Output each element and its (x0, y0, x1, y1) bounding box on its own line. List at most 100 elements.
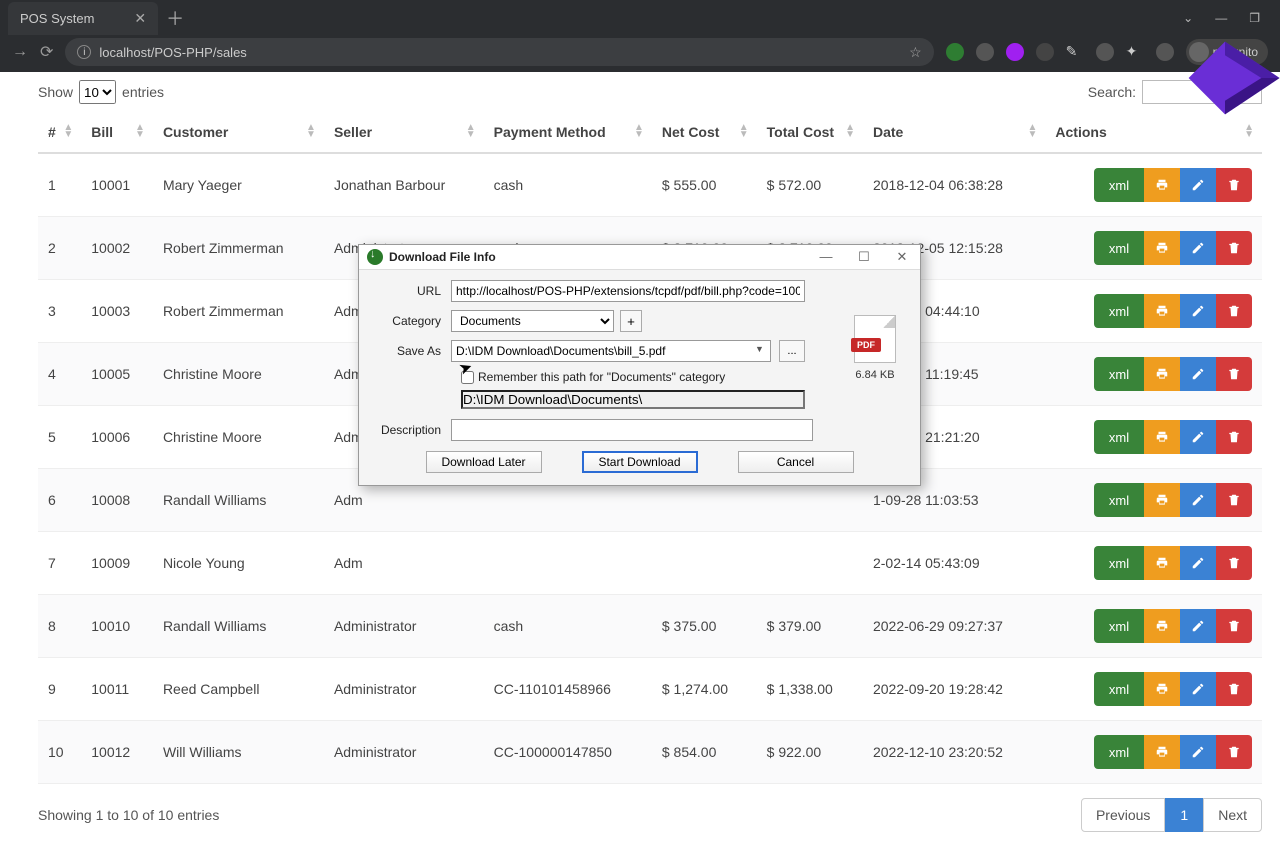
saveas-input[interactable] (451, 340, 771, 362)
start-download-button[interactable]: Start Download (582, 451, 698, 473)
xml-button[interactable]: xml (1094, 168, 1144, 202)
delete-button[interactable] (1216, 483, 1252, 517)
cell-actions: xml (1045, 406, 1262, 469)
page-next[interactable]: Next (1203, 798, 1262, 832)
window-maximize-icon[interactable]: ❐ (1249, 11, 1260, 25)
new-tab-button[interactable]: ＋ (166, 5, 184, 31)
edit-button[interactable] (1180, 168, 1216, 202)
col-date[interactable]: Date▲▼ (863, 112, 1045, 153)
dialog-minimize-icon[interactable]: — (816, 249, 836, 265)
edit-button[interactable] (1180, 546, 1216, 580)
delete-button[interactable] (1216, 420, 1252, 454)
edit-button[interactable] (1180, 420, 1216, 454)
dialog-maximize-icon[interactable]: ☐ (854, 249, 874, 265)
cell-bill: 10003 (81, 280, 153, 343)
nav-back-icon[interactable]: → (12, 43, 28, 61)
delete-button[interactable] (1216, 168, 1252, 202)
edit-button[interactable] (1180, 609, 1216, 643)
print-button[interactable] (1144, 546, 1180, 580)
print-button[interactable] (1144, 483, 1180, 517)
xml-button[interactable]: xml (1094, 609, 1144, 643)
print-button[interactable] (1144, 357, 1180, 391)
description-input[interactable] (451, 419, 813, 441)
col-bill[interactable]: Bill▲▼ (81, 112, 153, 153)
address-bar[interactable]: i localhost/POS-PHP/sales ☆ (65, 38, 933, 66)
browser-tab[interactable]: POS System ✕ (8, 2, 158, 35)
xml-button[interactable]: xml (1094, 231, 1144, 265)
cell-seller: Administrator (324, 721, 484, 784)
col-net[interactable]: Net Cost▲▼ (652, 112, 757, 153)
bookmark-star-icon[interactable]: ☆ (909, 44, 922, 61)
cell-n: 3 (38, 280, 81, 343)
dialog-close-icon[interactable]: ✕ (892, 249, 912, 265)
col-customer[interactable]: Customer▲▼ (153, 112, 324, 153)
page-size-select[interactable]: 10 (79, 80, 116, 104)
edit-button[interactable] (1180, 294, 1216, 328)
cell-payment: cash (484, 153, 652, 217)
browser-chrome: POS System ✕ ＋ ⌄ — ❐ → ⟳ i localhost/POS… (0, 0, 1280, 72)
browse-button[interactable]: ... (779, 340, 805, 362)
delete-button[interactable] (1216, 735, 1252, 769)
xml-button[interactable]: xml (1094, 294, 1144, 328)
print-button[interactable] (1144, 168, 1180, 202)
remember-path-checkbox[interactable] (461, 371, 474, 384)
ext-icon-4[interactable] (1036, 43, 1054, 61)
delete-button[interactable] (1216, 294, 1252, 328)
delete-button[interactable] (1216, 231, 1252, 265)
window-chevron-icon[interactable]: ⌄ (1183, 11, 1193, 25)
description-label: Description (375, 423, 451, 437)
incognito-badge[interactable]: ncognito (1186, 39, 1268, 65)
page-1[interactable]: 1 (1165, 798, 1203, 832)
ext-pen-icon[interactable]: ✎ (1066, 43, 1084, 61)
ext-puzzle-icon[interactable]: ✦ (1126, 43, 1144, 61)
xml-button[interactable]: xml (1094, 420, 1144, 454)
ext-icon-6[interactable] (1156, 43, 1174, 61)
ext-icon-2[interactable] (976, 43, 994, 61)
url-input[interactable] (451, 280, 805, 302)
tab-close-icon[interactable]: ✕ (134, 10, 146, 27)
search-input[interactable] (1142, 80, 1262, 104)
edit-button[interactable] (1180, 672, 1216, 706)
cell-actions: xml (1045, 721, 1262, 784)
print-button[interactable] (1144, 735, 1180, 769)
print-button[interactable] (1144, 672, 1180, 706)
col-payment[interactable]: Payment Method▲▼ (484, 112, 652, 153)
cell-n: 9 (38, 658, 81, 721)
edit-button[interactable] (1180, 231, 1216, 265)
table-row: 110001Mary YaegerJonathan Barbourcash$ 5… (38, 153, 1262, 217)
print-button[interactable] (1144, 420, 1180, 454)
edit-button[interactable] (1180, 357, 1216, 391)
ext-icon-1[interactable] (946, 43, 964, 61)
col-num[interactable]: #▲▼ (38, 112, 81, 153)
delete-button[interactable] (1216, 609, 1252, 643)
cell-customer: Nicole Young (153, 532, 324, 595)
xml-button[interactable]: xml (1094, 546, 1144, 580)
ext-icon-3[interactable] (1006, 43, 1024, 61)
delete-button[interactable] (1216, 357, 1252, 391)
incognito-label: ncognito (1213, 45, 1258, 59)
page-prev[interactable]: Previous (1081, 798, 1165, 832)
xml-button[interactable]: xml (1094, 357, 1144, 391)
dialog-title: Download File Info (389, 250, 496, 264)
col-seller[interactable]: Seller▲▼ (324, 112, 484, 153)
nav-reload-icon[interactable]: ⟳ (40, 42, 53, 62)
print-button[interactable] (1144, 231, 1180, 265)
ext-icon-5[interactable] (1096, 43, 1114, 61)
edit-button[interactable] (1180, 735, 1216, 769)
print-button[interactable] (1144, 609, 1180, 643)
download-later-button[interactable]: Download Later (426, 451, 542, 473)
print-button[interactable] (1144, 294, 1180, 328)
site-info-icon[interactable]: i (77, 45, 91, 59)
delete-button[interactable] (1216, 546, 1252, 580)
add-category-button[interactable]: + (620, 310, 642, 332)
xml-button[interactable]: xml (1094, 672, 1144, 706)
delete-button[interactable] (1216, 672, 1252, 706)
xml-button[interactable]: xml (1094, 483, 1144, 517)
category-select[interactable]: Documents (451, 310, 614, 332)
cancel-button[interactable]: Cancel (738, 451, 854, 473)
col-total[interactable]: Total Cost▲▼ (757, 112, 863, 153)
edit-button[interactable] (1180, 483, 1216, 517)
remember-path-input[interactable] (461, 390, 805, 409)
window-minimize-icon[interactable]: — (1215, 11, 1227, 25)
xml-button[interactable]: xml (1094, 735, 1144, 769)
